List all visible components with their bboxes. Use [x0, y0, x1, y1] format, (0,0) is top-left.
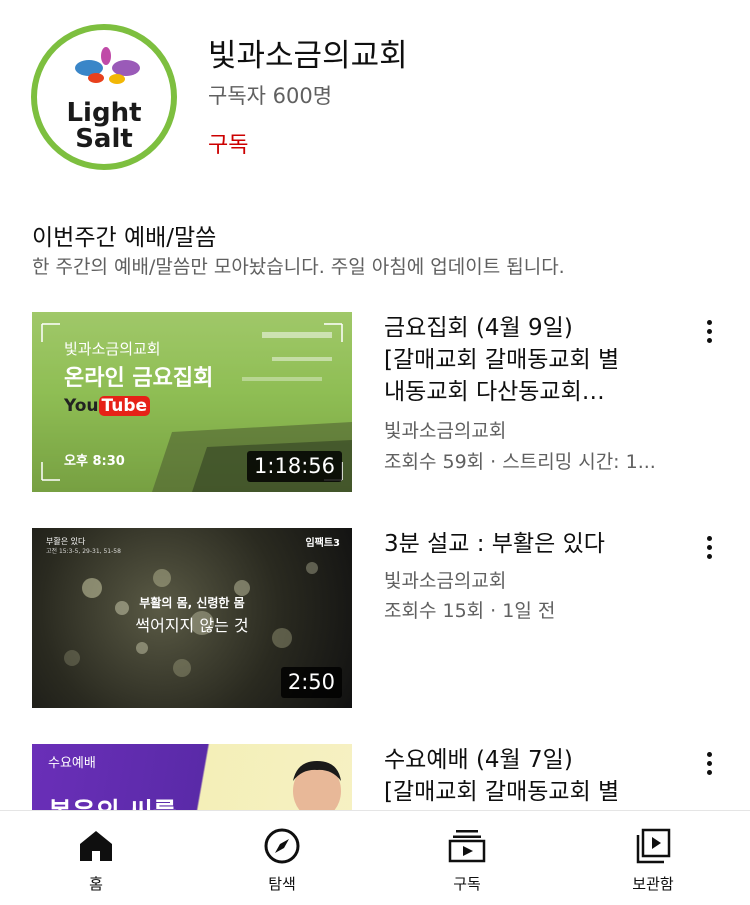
video-title[interactable]: 금요집회 (4월 9일) [갈매교회 갈매동교회 별 내동교회 다산동교회… — [384, 312, 674, 408]
nav-item-subscriptions[interactable]: 구독 — [407, 811, 527, 905]
video-duration: 2:50 — [280, 666, 342, 698]
channel-name: 빛과소금의교회 — [208, 38, 408, 74]
explore-icon — [264, 828, 300, 864]
more-options-button[interactable] — [694, 314, 726, 350]
channel-avatar[interactable]: Light Salt — [31, 24, 177, 170]
thumbnail-headline: 온라인 금요집회 — [64, 366, 214, 391]
video-channel-name: 빛과소금의교회 — [384, 420, 507, 442]
thumbnail-topleft-verse: 고전 15:3-5, 29-31, 51-58 — [46, 548, 121, 555]
section-title[interactable]: 이번주간 예배/말씀 — [32, 218, 216, 252]
nav-label-explore: 탐색 — [268, 875, 296, 893]
nav-item-home[interactable]: 홈 — [36, 811, 156, 905]
youtube-logo-icon: You Tube — [64, 396, 151, 420]
video-title[interactable]: 수요예배 (4월 7일) [갈매교회 갈매동교회 별 — [384, 744, 674, 808]
channel-header: Light Salt 빛과소금의교회 구독자 600명 구독 — [0, 0, 750, 200]
thumbnail-preacher — [293, 761, 341, 810]
nav-label-home: 홈 — [89, 875, 103, 893]
video-item[interactable]: 수요예배 복음의 씨를 수요예배 (4월 7일) [갈매교회 갈매동교회 별 — [0, 744, 750, 810]
thumbnail-series-badge: 임팩트3 — [305, 538, 340, 549]
logo-text-salt: Salt — [75, 124, 133, 154]
library-icon — [636, 828, 671, 864]
subscriber-count: 구독자 600명 — [208, 84, 333, 108]
nav-item-library[interactable]: 보관함 — [593, 811, 713, 905]
video-thumbnail[interactable]: 부활은 있다 고전 15:3-5, 29-31, 51-58 임팩트3 부활의 … — [32, 528, 352, 708]
thumbnail-headline: 복음의 씨를 — [48, 792, 177, 810]
video-title[interactable]: 3분 설교 : 부활은 있다 — [384, 528, 674, 560]
home-icon — [80, 831, 112, 861]
section-description: 한 주간의 예배/말씀만 모아놨습니다. 주일 아침에 업데이트 됩니다. — [32, 256, 565, 278]
video-channel-name: 빛과소금의교회 — [384, 570, 507, 592]
subscribe-button[interactable]: 구독 — [208, 127, 248, 159]
video-meta: 조회수 59회 · 스트리밍 시간: 1... — [384, 451, 656, 473]
nav-item-explore[interactable]: 탐색 — [222, 811, 342, 905]
thumbnail-line2: 썩어지지 않는 것 — [135, 616, 249, 635]
nav-label-library: 보관함 — [632, 875, 674, 893]
thumbnail-line1: 부활의 몸, 신령한 몸 — [139, 596, 245, 610]
more-options-button[interactable] — [694, 530, 726, 566]
thumbnail-tag: 수요예배 — [48, 756, 96, 771]
nav-label-subscriptions: 구독 — [453, 875, 481, 893]
video-meta: 조회수 15회 · 1일 전 — [384, 600, 556, 622]
video-item[interactable]: 빛과소금의교회 온라인 금요집회 You Tube 오후 8:30 1:18:56… — [0, 312, 750, 502]
subscriptions-icon — [448, 830, 486, 863]
video-item[interactable]: 부활은 있다 고전 15:3-5, 29-31, 51-58 임팩트3 부활의 … — [0, 528, 750, 718]
video-thumbnail[interactable]: 빛과소금의교회 온라인 금요집회 You Tube 오후 8:30 1:18:56 — [32, 312, 352, 492]
video-duration: 1:18:56 — [247, 450, 342, 482]
logo-text-light: Light — [66, 98, 142, 128]
thumbnail-time: 오후 8:30 — [64, 454, 125, 469]
video-thumbnail[interactable]: 수요예배 복음의 씨를 — [32, 744, 352, 810]
more-options-button[interactable] — [694, 746, 726, 782]
bottom-navigation: 홈 탐색 구독 보관함 — [0, 810, 750, 905]
thumbnail-church-name: 빛과소금의교회 — [64, 340, 161, 358]
